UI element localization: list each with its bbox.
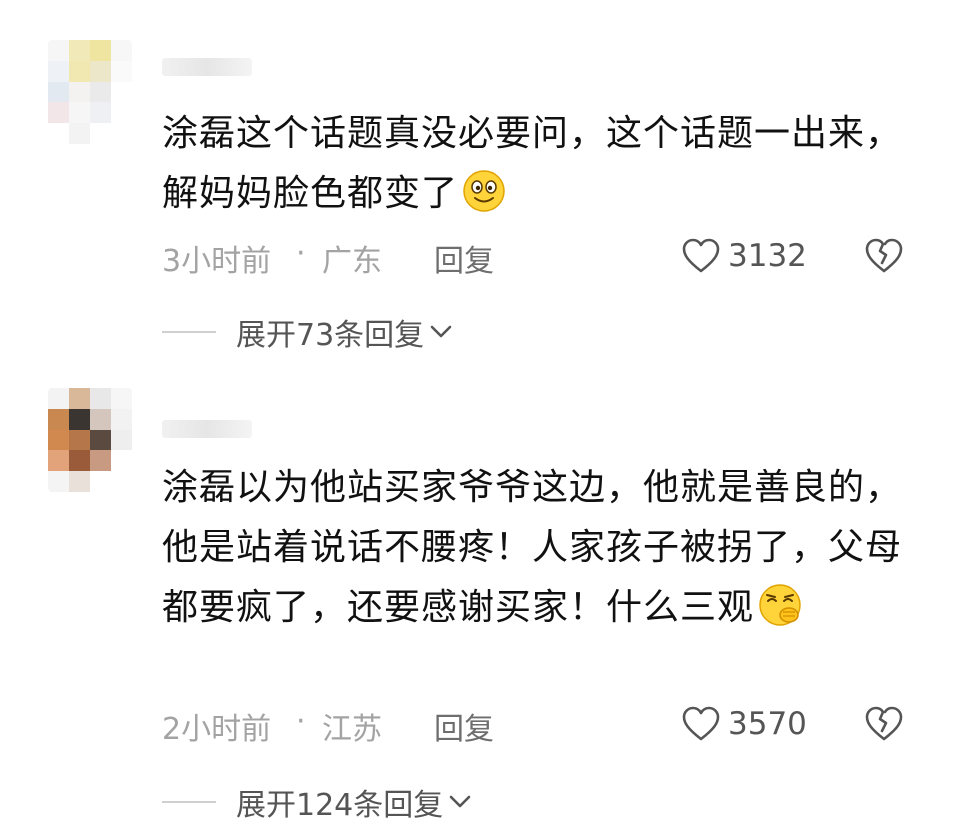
heart-icon — [682, 706, 720, 741]
broken-heart-icon[interactable] — [864, 238, 904, 274]
avatar[interactable] — [48, 40, 132, 144]
covering-mouth-emoji — [759, 584, 801, 626]
expand-replies-label: 展开73条回复 — [236, 318, 425, 353]
comment-time: 2小时前 — [162, 712, 272, 747]
username-blurred[interactable] — [162, 420, 252, 438]
expand-replies-button[interactable]: 展开124条回复 — [162, 782, 471, 823]
like-count: 3570 — [728, 706, 807, 742]
heart-icon — [682, 238, 720, 273]
comment-text: 涂磊以为他站买家爷爷这边，他就是善良的，他是站着说话不腰疼！人家孩子被拐了，父母… — [162, 458, 902, 638]
chevron-down-icon — [449, 795, 471, 808]
comment-meta: 2小时前 · 江苏 回复 3570 — [162, 704, 912, 747]
username-blurred[interactable] — [162, 58, 252, 76]
avatar[interactable] — [48, 388, 132, 492]
expand-replies-button[interactable]: 展开73条回复 — [162, 312, 452, 353]
like-count: 3132 — [728, 238, 807, 274]
comment-content: 涂磊这个话题真没必要问，这个话题一出来，解妈妈脸色都变了 — [162, 113, 903, 214]
divider-line — [162, 801, 216, 803]
chevron-down-icon — [430, 325, 452, 338]
comment-location: 江苏 — [322, 712, 382, 747]
comment-meta: 3小时前 · 广东 回复 3132 — [162, 236, 912, 279]
smiling-face-emoji — [463, 170, 505, 212]
reply-button[interactable]: 回复 — [434, 236, 494, 280]
comment-time: 3小时前 — [162, 244, 272, 279]
expand-replies-label: 展开124条回复 — [236, 788, 444, 823]
like-button[interactable]: 3570 — [682, 704, 807, 744]
reply-button[interactable]: 回复 — [434, 704, 494, 748]
comment-location: 广东 — [322, 244, 382, 279]
meta-separator: · — [296, 704, 306, 739]
like-button[interactable]: 3132 — [682, 236, 807, 276]
broken-heart-icon[interactable] — [864, 706, 904, 742]
comment-text: 涂磊这个话题真没必要问，这个话题一出来，解妈妈脸色都变了 — [162, 104, 902, 224]
meta-separator: · — [296, 236, 306, 271]
cropped-header — [0, 0, 960, 17]
divider-line — [162, 331, 216, 333]
